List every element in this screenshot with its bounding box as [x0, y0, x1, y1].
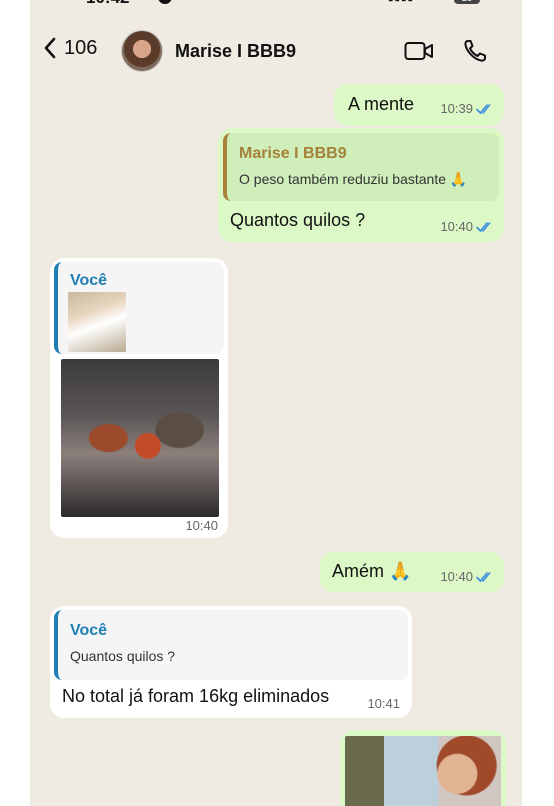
- video-camera-icon[interactable]: [404, 40, 434, 62]
- back-button[interactable]: 106: [42, 36, 97, 60]
- left-margin: [0, 0, 30, 806]
- status-bar: 10:42 ▮▮▮▮ ◠ 28: [30, 0, 522, 8]
- double-check-icon: [476, 221, 491, 232]
- message-text: Quantos quilos ?: [230, 210, 366, 230]
- message-time: 10:40: [440, 569, 473, 584]
- avatar[interactable]: [121, 30, 163, 72]
- message-meta: 10:39: [440, 101, 494, 116]
- reply-quote[interactable]: Você Quantos quilos ?: [54, 610, 408, 680]
- chat-screen: 10:42 ▮▮▮▮ ◠ 28 106 Marise I BBB9 A ment…: [30, 0, 522, 806]
- message-meta: 10:40: [440, 569, 494, 584]
- message-bubble[interactable]: Você 10:40: [50, 258, 228, 538]
- message-bubble[interactable]: Marise I BBB9 O peso também reduziu bast…: [218, 128, 504, 242]
- message-bubble[interactable]: Amém 🙏 10:40: [320, 552, 504, 592]
- wifi-icon: ◠: [426, 0, 436, 4]
- media-image[interactable]: [345, 736, 501, 806]
- message-time: 10:41: [367, 696, 400, 711]
- message-time: 10:39: [440, 101, 473, 116]
- message-time: 10:40: [440, 219, 473, 234]
- message-time: 10:40: [185, 518, 218, 533]
- message-bubble[interactable]: [340, 730, 506, 806]
- message-meta: 10:40: [440, 219, 494, 234]
- double-check-icon: [476, 103, 491, 114]
- status-time: 10:42: [86, 0, 129, 8]
- message-bubble[interactable]: Você Quantos quilos ? No total já foram …: [50, 606, 412, 718]
- moon-icon: [158, 0, 172, 4]
- chat-header: 106 Marise I BBB9: [30, 26, 522, 78]
- message-text: Amém 🙏: [332, 561, 412, 581]
- message-meta: 10:41: [367, 696, 400, 711]
- reply-thumbnail: [68, 292, 126, 352]
- reply-author: Você: [70, 272, 108, 289]
- reply-author: Marise I BBB9: [239, 145, 347, 162]
- reply-quote[interactable]: Marise I BBB9 O peso também reduziu bast…: [223, 133, 499, 201]
- chevron-left-icon: [44, 37, 56, 59]
- message-meta: 10:40: [185, 518, 218, 533]
- double-check-icon: [476, 571, 491, 582]
- contact-name[interactable]: Marise I BBB9: [175, 41, 296, 62]
- right-margin: [522, 0, 554, 806]
- unread-count: 106: [64, 36, 98, 59]
- reply-text: Quantos quilos ?: [70, 648, 176, 664]
- message-bubble[interactable]: A mente 10:39: [334, 84, 504, 126]
- message-text: A mente: [348, 94, 415, 114]
- reply-text: O peso também reduziu bastante 🙏: [239, 171, 468, 187]
- reply-author: Você: [70, 622, 108, 639]
- phone-icon[interactable]: [462, 38, 488, 64]
- media-image[interactable]: [61, 359, 219, 517]
- message-text: No total já foram 16kg eliminados: [62, 686, 330, 706]
- signal-icon: ▮▮▮▮: [388, 0, 414, 3]
- battery-icon: 28: [454, 0, 480, 4]
